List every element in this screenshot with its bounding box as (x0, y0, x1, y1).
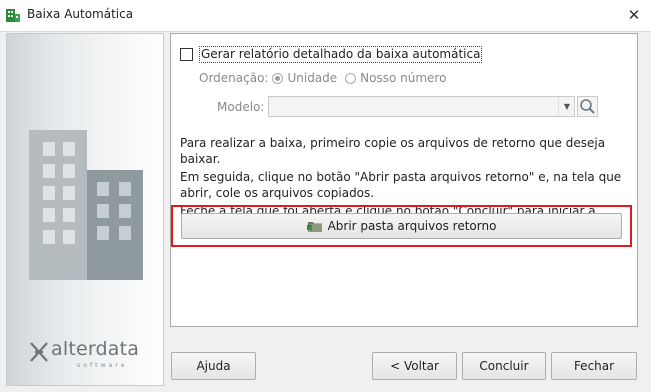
detailed-report-checkbox[interactable] (180, 48, 193, 61)
instruction-line-2: Em seguida, clique no botão "Abrir pasta… (180, 170, 622, 200)
close-label: Fechar (573, 359, 615, 373)
back-button[interactable]: < Voltar (372, 352, 457, 380)
ordering-radio-nosso-numero[interactable] (345, 72, 357, 84)
search-icon (580, 99, 596, 114)
alterdata-logo-icon (30, 342, 48, 362)
ordering-label: Ordenação: (199, 71, 269, 85)
detailed-report-label[interactable]: Gerar relatório detalhado da baixa autom… (199, 46, 483, 63)
detailed-report-row: Gerar relatório detalhado da baixa autom… (180, 46, 483, 63)
building-illustration-icon (29, 130, 143, 280)
ordering-row: Ordenação: Unidade Nosso número (199, 71, 446, 85)
model-search-button[interactable] (577, 96, 599, 117)
brand-name: alterdata (51, 338, 140, 360)
folder-arrow-icon (306, 222, 322, 232)
ordering-radio-unidade[interactable] (272, 72, 284, 84)
help-label: Ajuda (196, 359, 231, 373)
close-icon[interactable]: ✕ (625, 6, 643, 24)
open-return-folder-button[interactable]: Abrir pasta arquivos retorno (181, 213, 622, 239)
finish-button[interactable]: Concluir (462, 352, 546, 380)
ordering-option-unidade: Unidade (287, 71, 338, 85)
chevron-down-icon[interactable]: ▼ (558, 97, 574, 116)
model-label: Modelo: (217, 99, 265, 114)
instruction-line-1: Para realizar a baixa, primeiro copie os… (180, 136, 606, 166)
ordering-option-nosso-numero: Nosso número (360, 71, 447, 85)
alterdata-logo: alterdata software (29, 338, 149, 370)
back-label: < Voltar (390, 359, 439, 373)
dialog-body: alterdata software Gerar relatório detal… (0, 31, 651, 392)
help-button[interactable]: Ajuda (171, 352, 256, 380)
brand-subtitle: software (77, 362, 128, 369)
model-select[interactable]: ▼ (268, 96, 576, 117)
side-panel: alterdata software (6, 33, 164, 386)
building-app-icon (6, 9, 20, 22)
close-button[interactable]: Fechar (551, 352, 637, 380)
title-bar: Baixa Automática ✕ (0, 0, 651, 31)
model-row: Modelo: ▼ (217, 96, 599, 117)
open-return-folder-label: Abrir pasta arquivos retorno (327, 219, 497, 233)
finish-label: Concluir (479, 359, 529, 373)
options-panel: Gerar relatório detalhado da baixa autom… (170, 33, 638, 327)
window-title: Baixa Automática (27, 7, 134, 21)
